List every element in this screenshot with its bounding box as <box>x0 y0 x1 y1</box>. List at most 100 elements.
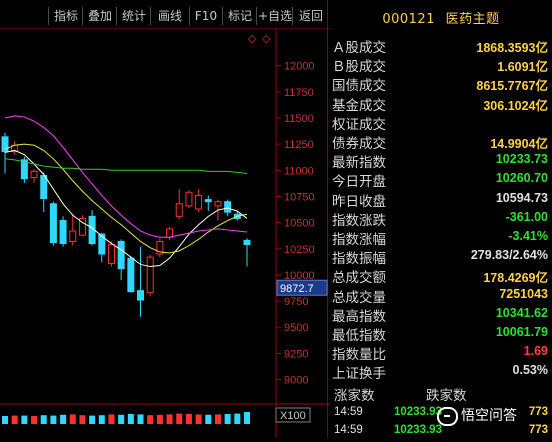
chat-bubble-icon <box>437 406 458 426</box>
axis-tick-label: 9750 <box>284 296 308 308</box>
volume-bar <box>127 414 134 424</box>
kline-chart[interactable]: ◇ ◇ 12000 11750 11500 11250 11000 10750 10500 102… <box>0 28 330 438</box>
info-row: 指数涨幅 -3.41% <box>330 228 550 248</box>
toolbar-button-6[interactable]: +自选 <box>256 7 293 25</box>
info-value: 0.53% <box>512 363 548 378</box>
volume-bar <box>118 414 125 424</box>
candle-body <box>127 257 135 293</box>
tick-time: 14:59 <box>334 406 363 418</box>
axis-tick-label: 9250 <box>284 348 308 360</box>
info-value: 1.6091亿 <box>497 60 548 75</box>
candle-body <box>224 201 232 213</box>
info-row: 昨日收盘 10594.73 <box>330 190 550 210</box>
volume-bar <box>60 414 67 424</box>
info-row: 指数量比 1.69 <box>330 343 550 364</box>
toolbar-button-5[interactable]: 标记 <box>222 7 257 25</box>
info-label: 指数涨幅 <box>332 232 386 248</box>
info-row: 总成交量 7251043 <box>330 286 550 306</box>
axis-tick-label: 10750 <box>284 191 315 203</box>
info-label: Ｂ股成交 <box>332 59 386 76</box>
info-value: -3.41% <box>508 229 548 243</box>
stock-header: 000121 医药主题 <box>330 0 552 34</box>
candle-body <box>40 175 48 200</box>
info-label: 国债成交 <box>332 78 386 95</box>
watermark-text: 悟空问答 <box>461 408 517 424</box>
info-row: 今日开盘 10260.70 <box>330 170 550 191</box>
toolbar-button-0[interactable]: 指标 <box>48 7 83 25</box>
info-label: 债券成交 <box>332 136 386 152</box>
volume-bar <box>205 414 212 424</box>
current-price-label: 9872.7 <box>280 283 314 295</box>
volume-bar <box>89 415 96 424</box>
volume-bar <box>21 415 28 424</box>
tick-time: 14:59 <box>334 424 363 436</box>
toolbar-button-3[interactable]: 画线 <box>150 7 189 25</box>
volume-bar <box>40 415 47 424</box>
info-row: 最新指数 10233.73 <box>330 151 550 171</box>
info-row: Ｂ股成交 1.6091亿 <box>330 55 550 76</box>
candle-body <box>146 256 154 294</box>
candle-body <box>243 239 251 246</box>
volume-bar <box>69 414 76 424</box>
candle-body <box>69 230 77 242</box>
volume-bar <box>214 414 221 424</box>
volume-bar <box>137 414 144 424</box>
info-value: 8615.7767亿 <box>476 79 548 94</box>
axis-tick-label: 9500 <box>284 322 308 334</box>
stock-name: 医药主题 <box>445 12 500 27</box>
info-value: 279.83/2.64% <box>470 248 548 263</box>
axis-tick-label: 11000 <box>284 165 314 177</box>
info-value: 1.69 <box>523 344 548 359</box>
info-value: 1868.3593亿 <box>476 41 548 55</box>
volume-bar <box>176 413 183 424</box>
rise-count-label: 涨家数 <box>334 388 375 404</box>
info-row: 最高指数 10341.62 <box>330 305 550 325</box>
candle-body <box>195 194 203 210</box>
candle-body <box>59 220 67 245</box>
toolbar-button-7[interactable]: 返回 <box>292 7 329 25</box>
info-label: 总成交量 <box>332 289 386 306</box>
info-label: 权证成交 <box>332 116 386 133</box>
toolbar-button-4[interactable]: F10 <box>189 7 222 25</box>
toolbar-button-2[interactable]: 统计 <box>116 7 151 25</box>
axis-tick-label: 11750 <box>284 87 314 99</box>
volume-bar <box>244 412 250 424</box>
info-row: 指数振幅 279.83/2.64% <box>330 247 550 267</box>
info-value: 14.9904亿 <box>490 137 548 151</box>
volume-bar <box>234 413 241 424</box>
axis-tick-label: 10250 <box>284 244 315 256</box>
candle-body <box>107 244 115 264</box>
watermark: 悟空问答 <box>437 405 517 426</box>
tick-count: 773 <box>528 406 548 418</box>
info-label: 最低指数 <box>332 328 386 344</box>
volume-bar <box>79 415 86 424</box>
info-value: 7251043 <box>499 286 548 301</box>
candle-body <box>175 203 183 217</box>
info-label: 指数量比 <box>332 347 386 364</box>
diamond-icon: ◇ <box>262 32 271 45</box>
axis-tick-label: 12000 <box>284 61 315 73</box>
axis-tick-label: 10500 <box>284 218 315 230</box>
info-row: 上证换手 0.53% <box>330 362 550 382</box>
volume-bar <box>166 414 173 424</box>
volume-bar <box>31 416 38 424</box>
candle-body <box>117 240 125 270</box>
info-label: 今日开盘 <box>332 174 386 191</box>
info-label: 昨日收盘 <box>332 193 386 210</box>
info-value: 10594.73 <box>495 190 548 205</box>
toolbar-button-1[interactable]: 叠加 <box>82 7 117 25</box>
ma-line <box>4 149 248 268</box>
info-value: -361.00 <box>505 209 548 224</box>
tick-count: 773 <box>528 424 548 436</box>
volume-bar <box>108 414 115 424</box>
info-panel: Ａ股成交 1868.3593亿 Ｂ股成交 1.6091亿 国债成交 8615.7767亿基… <box>330 36 552 386</box>
tick-row: 14:59 10233.93 773 <box>330 424 552 442</box>
info-row: 最低指数 10061.79 <box>330 324 550 344</box>
info-row: 总成交额 178.4269亿 <box>330 266 550 286</box>
info-label: 指数涨跌 <box>332 212 386 229</box>
candle-body <box>166 228 174 238</box>
info-row: 基金成交 306.1024亿 <box>330 94 550 114</box>
updown-header: 涨家数 跌家数 <box>330 384 552 404</box>
volume-scale-label: X100 <box>280 410 306 422</box>
info-value: 10341.62 <box>495 305 548 320</box>
